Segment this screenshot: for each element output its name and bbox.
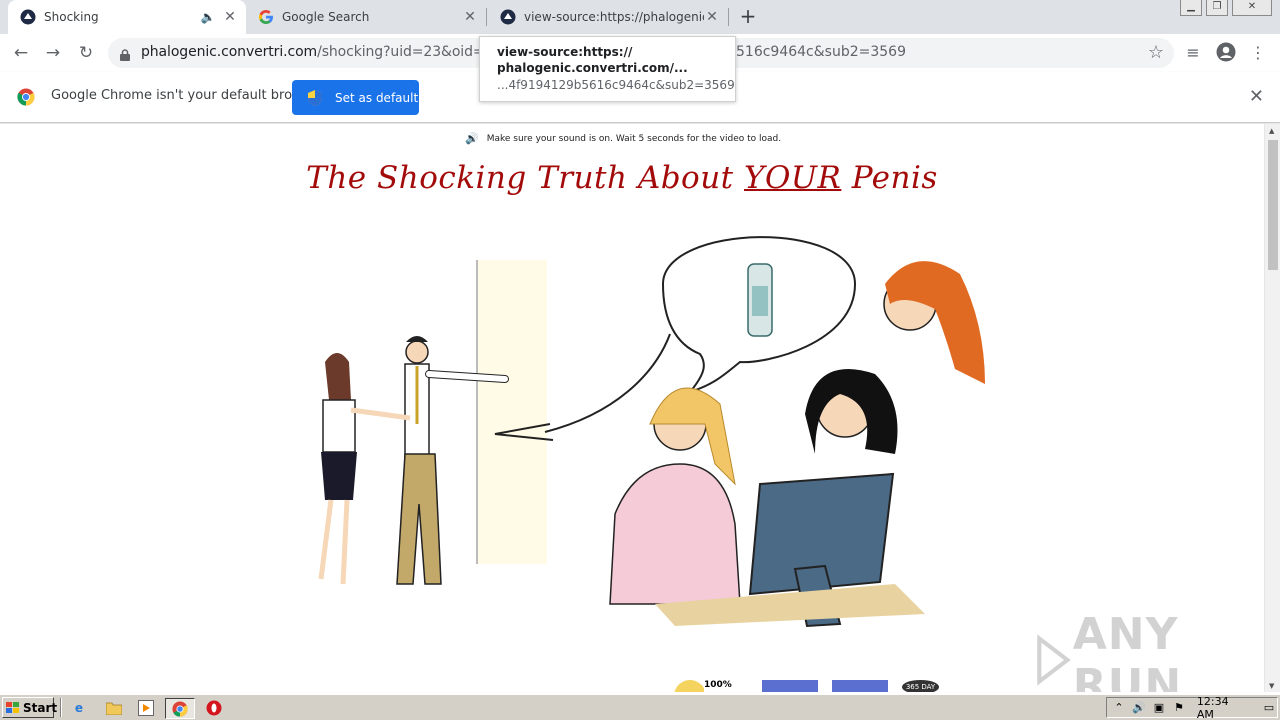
start-label: Start	[23, 700, 58, 715]
close-tab-icon[interactable]: ✕	[462, 9, 478, 25]
watermark-text: ANY RUN	[1072, 609, 1183, 692]
bookmark-star-icon[interactable]: ☆	[1148, 42, 1164, 63]
scrollbar-thumb[interactable]	[1268, 140, 1278, 270]
action-center-flag-icon[interactable]: ⚑	[1171, 701, 1187, 714]
clock[interactable]: 12:34 AM	[1197, 695, 1249, 720]
scroll-down-icon[interactable]: ▼	[1269, 682, 1274, 690]
media-player-icon[interactable]	[136, 698, 156, 718]
url-tail: 516c9464c&sub2=3569	[736, 44, 906, 60]
shield-icon	[308, 89, 322, 106]
tab-strip: Shocking 🔈 ✕ Google Search ✕ view-source…	[0, 0, 1280, 34]
windows-flag-icon	[6, 701, 20, 714]
tab-title: view-source:https://phalogenic.conv	[524, 10, 704, 24]
explorer-folder-icon[interactable]	[104, 698, 124, 718]
url-host: phalogenic.convertri.com	[141, 44, 318, 60]
card-logo-mastercard	[761, 680, 818, 692]
headline-text-end: Penis	[841, 160, 938, 196]
guarantee-seal: 365 DAY	[901, 680, 940, 692]
opera-icon[interactable]	[204, 698, 224, 718]
set-as-default-label: Set as default	[335, 90, 419, 105]
close-tab-icon[interactable]: ✕	[222, 9, 238, 25]
menu-icon[interactable]: ⋮	[1247, 42, 1269, 64]
close-window-button[interactable]: ✕	[1232, 0, 1272, 16]
infobar-message: Google Chrome isn't your default browser	[51, 88, 323, 103]
windows-taskbar: Start e ⌃ 🔊 ▣ ⚑ 12:34 AM ▭	[0, 694, 1280, 720]
window-controls: ▁ ❐ ✕	[1176, 0, 1272, 16]
tooltip-line-3: ...4f9194129b5616c9464c&sub2=3569	[497, 78, 735, 92]
video-illustration[interactable]	[295, 224, 995, 692]
volume-icon[interactable]: 🔊	[1131, 701, 1147, 714]
reload-icon[interactable]: ↻	[74, 41, 98, 65]
tab-separator	[728, 8, 729, 26]
trust-badges: 100% 365 DAY	[670, 680, 953, 692]
url-text: phalogenic.convertri.com/shocking?uid=23…	[141, 44, 526, 60]
speaker-icon[interactable]: 🔈	[200, 9, 216, 25]
page-headline: The Shocking Truth About YOUR Penis	[0, 160, 1244, 196]
system-tray: ⌃ 🔊 ▣ ⚑ 12:34 AM ▭	[1106, 695, 1278, 720]
vertical-scrollbar[interactable]: ▲ ▼	[1264, 124, 1280, 692]
shocking-site-icon	[20, 9, 36, 25]
tab-shocking[interactable]: Shocking 🔈 ✕	[8, 0, 246, 34]
new-tab-button[interactable]: +	[738, 6, 758, 28]
headline-text: The Shocking Truth About	[306, 160, 744, 196]
minimize-button[interactable]: ▁	[1180, 0, 1202, 16]
media-control-icon[interactable]: ≡	[1182, 42, 1204, 64]
tab-view-source[interactable]: view-source:https://phalogenic.conv ✕	[488, 0, 728, 34]
tab-title: Shocking	[44, 10, 99, 24]
back-arrow-icon[interactable]: ←	[9, 41, 33, 65]
google-g-icon	[258, 9, 274, 25]
set-as-default-button[interactable]: Set as default	[292, 80, 419, 115]
sound-notice: 🔊 Make sure your sound is on. Wait 5 sec…	[465, 132, 781, 145]
anyrun-watermark: ANY RUN	[1036, 609, 1264, 692]
guarantee-badge-icon	[674, 680, 704, 692]
card-logo-visa	[831, 680, 888, 692]
taskbar-divider	[60, 698, 62, 717]
tab-hover-tooltip: view-source:https:// phalogenic.convertr…	[479, 36, 736, 102]
profile-icon[interactable]	[1215, 42, 1237, 64]
start-button[interactable]: Start	[2, 697, 58, 718]
tab-title: Google Search	[282, 10, 370, 24]
show-desktop-icon[interactable]: ▭	[1261, 701, 1277, 714]
play-logo-icon	[1037, 634, 1071, 686]
shocking-site-icon	[500, 9, 516, 25]
lock-icon[interactable]	[120, 46, 130, 61]
page-content: 🔊 Make sure your sound is on. Wait 5 sec…	[0, 124, 1264, 692]
chrome-logo-icon	[17, 88, 35, 106]
network-icon[interactable]: ▣	[1151, 701, 1167, 714]
tray-expand-icon[interactable]: ⌃	[1111, 701, 1127, 714]
forward-arrow-icon[interactable]: →	[41, 41, 65, 65]
tooltip-line-2: phalogenic.convertri.com/...	[497, 61, 688, 75]
guarantee-badge-text: 100%	[704, 680, 732, 690]
chrome-taskbar-icon[interactable]	[165, 698, 195, 719]
sound-notice-text: Make sure your sound is on. Wait 5 secon…	[486, 133, 782, 144]
close-tab-icon[interactable]: ✕	[704, 9, 720, 25]
tab-separator	[486, 8, 487, 26]
scroll-up-icon[interactable]: ▲	[1269, 127, 1274, 135]
tooltip-line-1: view-source:https://	[497, 45, 633, 59]
headline-highlight: YOUR	[744, 160, 842, 196]
restore-button[interactable]: ❐	[1206, 0, 1228, 16]
internet-explorer-icon[interactable]: e	[69, 698, 89, 718]
tab-google-search[interactable]: Google Search ✕	[246, 0, 486, 34]
speaker-icon: 🔊	[465, 132, 479, 145]
close-infobar-icon[interactable]: ✕	[1249, 86, 1264, 107]
